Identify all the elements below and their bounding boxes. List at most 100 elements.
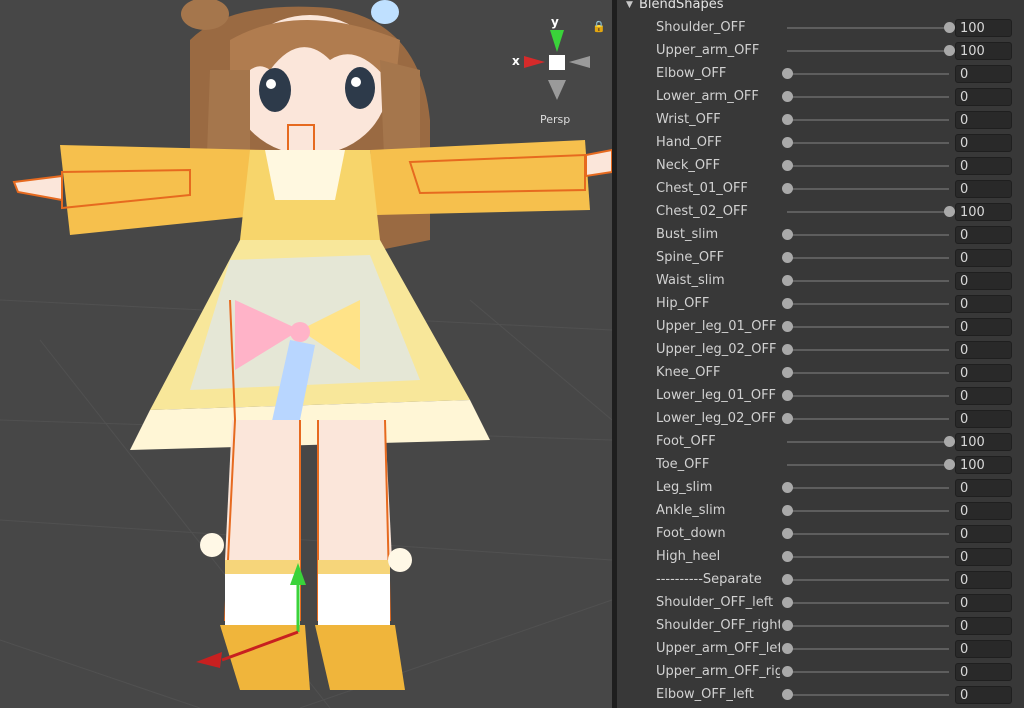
blendshape-slider-thumb[interactable] [782,505,793,516]
blendshape-slider-track[interactable] [787,487,949,489]
blendshape-slider-thumb[interactable] [782,68,793,79]
gizmo-y-label[interactable]: y [551,15,559,29]
blendshape-value-field[interactable]: 0 [955,410,1012,428]
blendshape-slider-thumb[interactable] [782,551,793,562]
blendshape-value-field[interactable]: 0 [955,295,1012,313]
blendshape-value-field[interactable]: 0 [955,686,1012,704]
blendshape-slider-track[interactable] [787,694,949,696]
blendshape-slider-track[interactable] [787,27,949,29]
blendshape-slider-track[interactable] [787,395,949,397]
blendshape-value-field[interactable]: 0 [955,341,1012,359]
blendshape-slider-thumb[interactable] [782,160,793,171]
blendshape-slider-track[interactable] [787,142,949,144]
scene-view[interactable]: y x Persp 🔒 [0,0,612,708]
blendshape-slider-track[interactable] [787,188,949,190]
blendshape-slider-thumb[interactable] [782,620,793,631]
blendshape-value-field[interactable]: 0 [955,249,1012,267]
blendshape-slider-track[interactable] [787,234,949,236]
blendshape-slider-track[interactable] [787,418,949,420]
blendshape-value-field[interactable]: 0 [955,548,1012,566]
blendshape-value-field[interactable]: 100 [955,203,1012,221]
blendshape-label: Elbow_OFF_left [656,687,754,702]
blendshape-slider-track[interactable] [787,579,949,581]
blendshape-slider-track[interactable] [787,50,949,52]
blendshape-value-field[interactable]: 100 [955,433,1012,451]
blendshape-slider-thumb[interactable] [782,298,793,309]
blendshape-value-field[interactable]: 100 [955,42,1012,60]
blendshape-slider-track[interactable] [787,326,949,328]
blendshape-value-field[interactable]: 100 [955,19,1012,37]
blendshape-slider-thumb[interactable] [944,22,955,33]
blendshape-slider-thumb[interactable] [944,45,955,56]
blendshape-slider-thumb[interactable] [782,367,793,378]
blendshape-slider-thumb[interactable] [782,689,793,700]
blendshape-slider-track[interactable] [787,96,949,98]
blendshape-value-field[interactable]: 0 [955,479,1012,497]
blendshape-slider-thumb[interactable] [782,321,793,332]
blendshape-slider-track[interactable] [787,303,949,305]
blendshape-row: Upper_leg_01_OFF 0 [617,315,1024,338]
blendshape-slider-thumb[interactable] [782,114,793,125]
blendshape-value-field[interactable]: 0 [955,272,1012,290]
blendshape-slider-track[interactable] [787,556,949,558]
blendshape-slider-thumb[interactable] [944,459,955,470]
blendshape-value-field[interactable]: 100 [955,456,1012,474]
blendshape-slider-track[interactable] [787,211,949,213]
blendshape-value-field[interactable]: 0 [955,617,1012,635]
blendshape-slider-thumb[interactable] [782,183,793,194]
blendshapes-header[interactable]: ▼ BlendShapes [617,0,1024,12]
blendshape-value-field[interactable]: 0 [955,525,1012,543]
blendshape-value-field[interactable]: 0 [955,364,1012,382]
blendshape-slider-track[interactable] [787,464,949,466]
blendshape-slider-track[interactable] [787,257,949,259]
blendshape-slider-thumb[interactable] [944,436,955,447]
blendshape-slider-thumb[interactable] [782,528,793,539]
blendshape-slider-track[interactable] [787,533,949,535]
blendshape-slider-track[interactable] [787,441,949,443]
blendshape-value-field[interactable]: 0 [955,88,1012,106]
blendshape-slider-track[interactable] [787,602,949,604]
blendshape-value-field[interactable]: 0 [955,571,1012,589]
blendshape-slider-track[interactable] [787,372,949,374]
blendshape-value-field[interactable]: 0 [955,387,1012,405]
blendshape-slider-track[interactable] [787,165,949,167]
blendshape-slider-thumb[interactable] [782,229,793,240]
blendshape-value-field[interactable]: 0 [955,157,1012,175]
blendshape-slider-track[interactable] [787,671,949,673]
blendshape-slider-thumb[interactable] [782,344,793,355]
blendshape-slider-thumb[interactable] [782,390,793,401]
blendshape-slider-track[interactable] [787,349,949,351]
blendshape-value-field[interactable]: 0 [955,134,1012,152]
blendshape-slider-thumb[interactable] [782,666,793,677]
blendshape-slider-track[interactable] [787,280,949,282]
projection-label[interactable]: Persp [540,113,570,126]
blendshape-value-field[interactable]: 0 [955,111,1012,129]
blendshape-label: Wrist_OFF [656,112,721,127]
blendshape-value-field[interactable]: 0 [955,318,1012,336]
blendshape-slider-track[interactable] [787,73,949,75]
blendshape-slider-track[interactable] [787,625,949,627]
blendshape-slider-thumb[interactable] [782,574,793,585]
blendshape-value-field[interactable]: 0 [955,640,1012,658]
blendshape-slider-thumb[interactable] [782,137,793,148]
blendshape-value-field[interactable]: 0 [955,180,1012,198]
blendshape-value-field[interactable]: 0 [955,663,1012,681]
blendshape-slider-track[interactable] [787,648,949,650]
gizmo-x-label[interactable]: x [512,54,520,68]
blendshape-value-field[interactable]: 0 [955,226,1012,244]
blendshape-value-field[interactable]: 0 [955,65,1012,83]
blendshape-slider-thumb[interactable] [944,206,955,217]
blendshape-slider-thumb[interactable] [782,252,793,263]
blendshape-slider-track[interactable] [787,119,949,121]
foldout-arrow-icon[interactable]: ▼ [626,0,633,10]
blendshape-value-field[interactable]: 0 [955,502,1012,520]
blendshape-slider-thumb[interactable] [782,91,793,102]
blendshape-value-field[interactable]: 0 [955,594,1012,612]
blendshape-slider-thumb[interactable] [782,413,793,424]
blendshape-slider-thumb[interactable] [782,275,793,286]
blendshape-slider-thumb[interactable] [782,643,793,654]
blendshape-slider-thumb[interactable] [782,597,793,608]
lock-icon[interactable]: 🔒 [592,20,606,33]
blendshape-slider-track[interactable] [787,510,949,512]
blendshape-slider-thumb[interactable] [782,482,793,493]
